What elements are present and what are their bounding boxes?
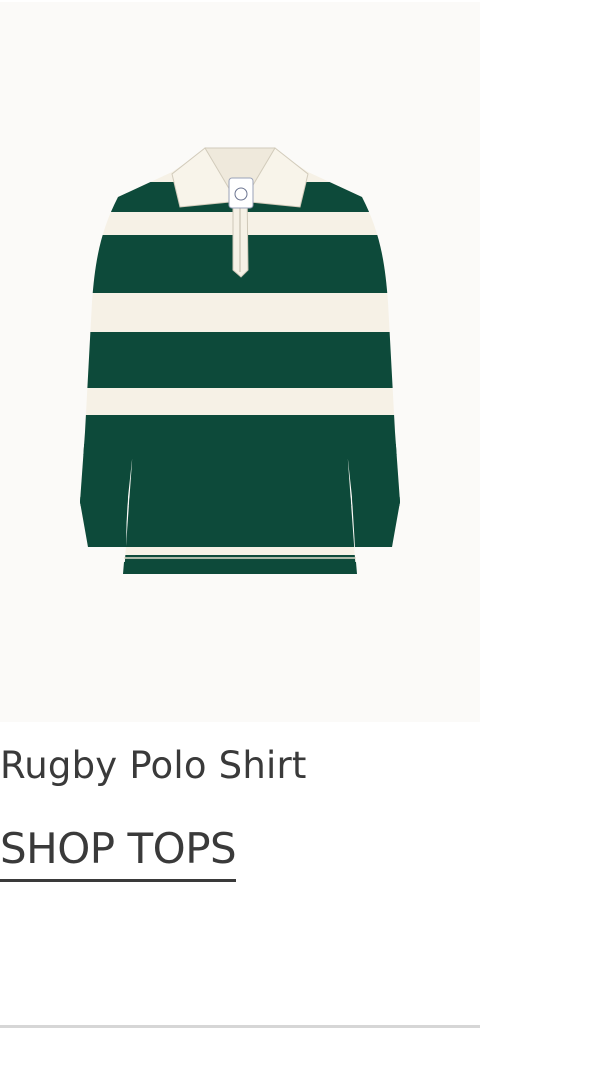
rugby-shirt-illustration: [80, 147, 400, 574]
product-image[interactable]: [0, 2, 480, 722]
shop-tops-link[interactable]: SHOP TOPS: [0, 823, 237, 882]
product-card: Rugby Polo Shirt SHOP TOPS: [0, 0, 480, 1089]
product-name: Rugby Polo Shirt: [0, 744, 307, 787]
divider: [0, 1025, 480, 1028]
